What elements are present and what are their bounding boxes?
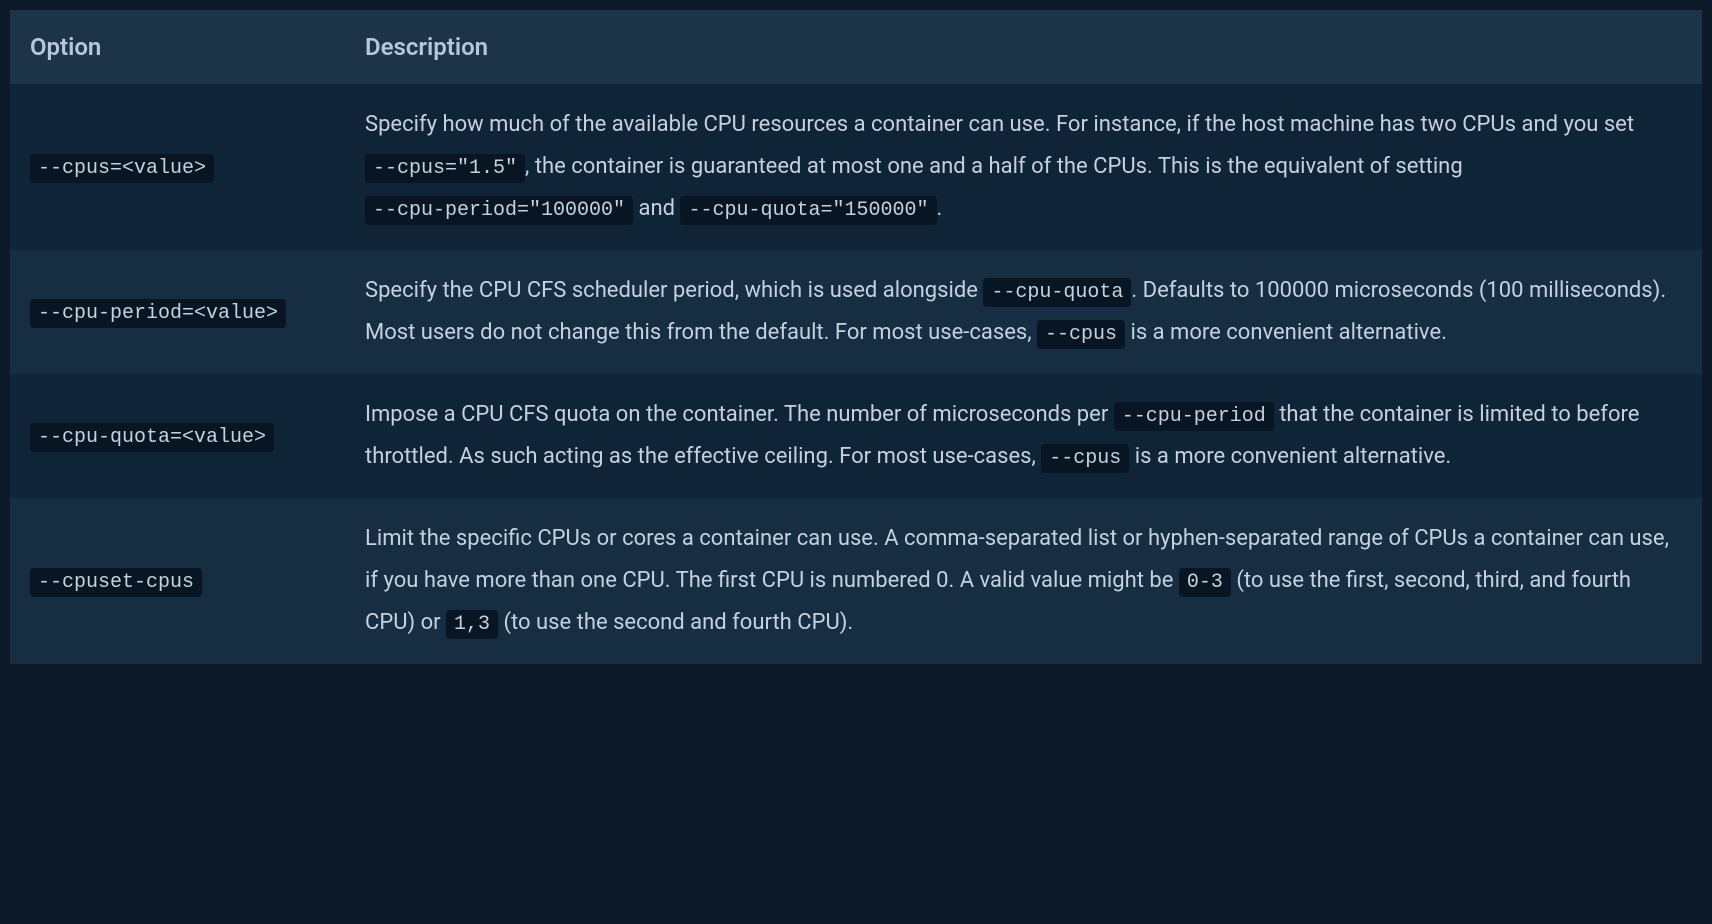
inline-code: --cpu-period="100000": [365, 196, 633, 225]
desc-text: (to use the second and fourth CPU).: [498, 610, 853, 635]
option-cell: --cpu-quota=<value>: [10, 374, 345, 498]
option-code: --cpu-quota=<value>: [30, 423, 274, 452]
description-cell: Limit the specific CPUs or cores a conta…: [345, 498, 1702, 664]
option-cell: --cpus=<value>: [10, 84, 345, 250]
table-row: --cpu-period=<value> Specify the CPU CFS…: [10, 250, 1702, 374]
option-code: --cpu-period=<value>: [30, 299, 286, 328]
description-cell: Specify how much of the available CPU re…: [345, 84, 1702, 250]
description-cell: Specify the CPU CFS scheduler period, wh…: [345, 250, 1702, 374]
table-row: --cpuset-cpus Limit the specific CPUs or…: [10, 498, 1702, 664]
table-row: --cpu-quota=<value> Impose a CPU CFS quo…: [10, 374, 1702, 498]
options-table: Option Description --cpus=<value> Specif…: [10, 10, 1702, 664]
inline-code: --cpu-period: [1114, 402, 1274, 431]
option-cell: --cpuset-cpus: [10, 498, 345, 664]
option-cell: --cpu-period=<value>: [10, 250, 345, 374]
desc-text: .: [937, 196, 943, 221]
column-header-description: Description: [345, 10, 1702, 84]
desc-text: Impose a CPU CFS quota on the container.…: [365, 402, 1114, 427]
inline-code: --cpu-quota="150000": [680, 196, 936, 225]
inline-code: --cpus: [1037, 320, 1125, 349]
description-cell: Impose a CPU CFS quota on the container.…: [345, 374, 1702, 498]
table-header-row: Option Description: [10, 10, 1702, 84]
desc-text: Specify how much of the available CPU re…: [365, 112, 1634, 137]
desc-text: Specify the CPU CFS scheduler period, wh…: [365, 278, 983, 303]
desc-text: , the container is guaranteed at most on…: [525, 154, 1463, 179]
desc-text: is a more convenient alternative.: [1129, 444, 1451, 469]
table-row: --cpus=<value> Specify how much of the a…: [10, 84, 1702, 250]
option-code: --cpuset-cpus: [30, 568, 202, 597]
inline-code: --cpus="1.5": [365, 154, 525, 183]
inline-code: --cpus: [1041, 444, 1129, 473]
inline-code: 0-3: [1179, 568, 1231, 597]
inline-code: --cpu-quota: [983, 278, 1131, 307]
option-code: --cpus=<value>: [30, 154, 214, 183]
desc-text: and: [633, 196, 680, 221]
desc-text: is a more convenient alternative.: [1125, 320, 1447, 345]
inline-code: 1,3: [446, 610, 498, 639]
column-header-option: Option: [10, 10, 345, 84]
